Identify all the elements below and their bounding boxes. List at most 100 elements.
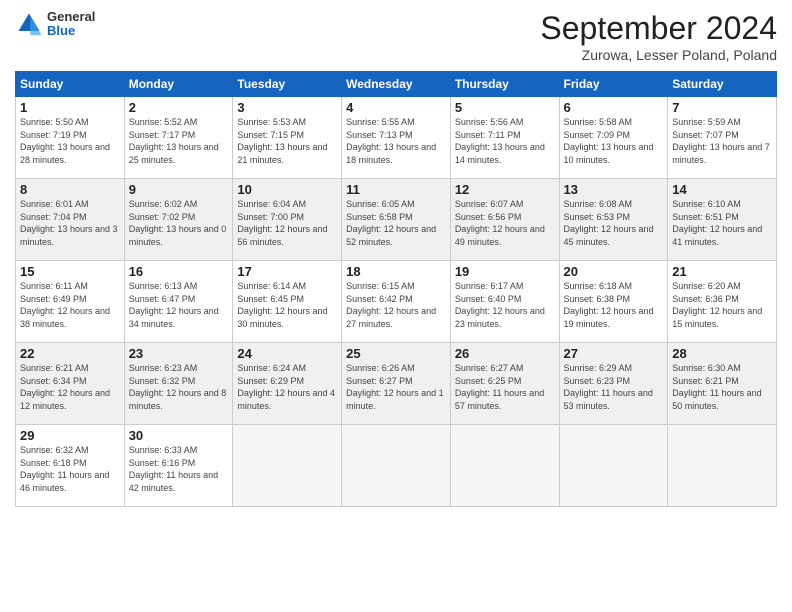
day-detail: Sunrise: 6:14 AMSunset: 6:45 PMDaylight:… bbox=[237, 281, 327, 329]
calendar-cell: 4Sunrise: 5:55 AMSunset: 7:13 PMDaylight… bbox=[342, 97, 451, 179]
day-detail: Sunrise: 5:53 AMSunset: 7:15 PMDaylight:… bbox=[237, 117, 327, 165]
day-detail: Sunrise: 6:02 AMSunset: 7:02 PMDaylight:… bbox=[129, 199, 227, 247]
day-detail: Sunrise: 6:32 AMSunset: 6:18 PMDaylight:… bbox=[20, 445, 109, 493]
logo-blue: Blue bbox=[47, 24, 95, 38]
day-number: 24 bbox=[237, 346, 337, 361]
calendar-cell: 13 Sunrise: 6:08 AMSunset: 6:53 PMDayligh… bbox=[559, 179, 668, 261]
location: Zurowa, Lesser Poland, Poland bbox=[540, 47, 777, 63]
day-detail: Sunrise: 6:13 AMSunset: 6:47 PMDaylight:… bbox=[129, 281, 219, 329]
calendar-cell: 21Sunrise: 6:20 AMSunset: 6:36 PMDayligh… bbox=[668, 261, 777, 343]
day-number: 26 bbox=[455, 346, 555, 361]
calendar-cell: 10 Sunrise: 6:04 AMSunset: 7:00 PMDayligh… bbox=[233, 179, 342, 261]
header-monday: Monday bbox=[124, 72, 233, 97]
day-number: 30 bbox=[129, 428, 229, 443]
header-tuesday: Tuesday bbox=[233, 72, 342, 97]
day-detail: Sunrise: 6:24 AMSunset: 6:29 PMDaylight:… bbox=[237, 363, 335, 411]
calendar-cell: 2 Sunrise: 5:52 AMSunset: 7:17 PMDaylight… bbox=[124, 97, 233, 179]
day-detail: Sunrise: 6:29 AMSunset: 6:23 PMDaylight:… bbox=[564, 363, 653, 411]
day-detail: Sunrise: 6:21 AMSunset: 6:34 PMDaylight:… bbox=[20, 363, 110, 411]
calendar-cell: 30 Sunrise: 6:33 AMSunset: 6:16 PMDayligh… bbox=[124, 425, 233, 507]
logo-icon bbox=[15, 10, 43, 38]
calendar-cell: 15 Sunrise: 6:11 AMSunset: 6:49 PMDayligh… bbox=[16, 261, 125, 343]
day-number: 8 bbox=[20, 182, 120, 197]
day-number: 13 bbox=[564, 182, 664, 197]
day-number: 3 bbox=[237, 100, 337, 115]
calendar-cell bbox=[342, 425, 451, 507]
day-detail: Sunrise: 6:18 AMSunset: 6:38 PMDaylight:… bbox=[564, 281, 654, 329]
day-detail: Sunrise: 6:27 AMSunset: 6:25 PMDaylight:… bbox=[455, 363, 544, 411]
day-detail: Sunrise: 6:30 AMSunset: 6:21 PMDaylight:… bbox=[672, 363, 761, 411]
calendar-page: General Blue September 2024 Zurowa, Less… bbox=[0, 0, 792, 612]
day-number: 22 bbox=[20, 346, 120, 361]
day-detail: Sunrise: 6:01 AMSunset: 7:04 PMDaylight:… bbox=[20, 199, 118, 247]
day-number: 21 bbox=[672, 264, 772, 279]
day-number: 15 bbox=[20, 264, 120, 279]
logo: General Blue bbox=[15, 10, 95, 39]
day-number: 10 bbox=[237, 182, 337, 197]
day-detail: Sunrise: 6:33 AMSunset: 6:16 PMDaylight:… bbox=[129, 445, 218, 493]
calendar-cell: 24 Sunrise: 6:24 AMSunset: 6:29 PMDayligh… bbox=[233, 343, 342, 425]
day-detail: Sunrise: 6:05 AMSunset: 6:58 PMDaylight:… bbox=[346, 199, 436, 247]
calendar-cell: 22 Sunrise: 6:21 AMSunset: 6:34 PMDayligh… bbox=[16, 343, 125, 425]
calendar-cell: 16 Sunrise: 6:13 AMSunset: 6:47 PMDayligh… bbox=[124, 261, 233, 343]
calendar-cell: 9Sunrise: 6:02 AMSunset: 7:02 PMDaylight… bbox=[124, 179, 233, 261]
calendar-cell: 12Sunrise: 6:07 AMSunset: 6:56 PMDayligh… bbox=[450, 179, 559, 261]
header-friday: Friday bbox=[559, 72, 668, 97]
title-section: September 2024 Zurowa, Lesser Poland, Po… bbox=[540, 10, 777, 63]
week-row-3: 15 Sunrise: 6:11 AMSunset: 6:49 PMDayligh… bbox=[16, 261, 777, 343]
day-number: 17 bbox=[237, 264, 337, 279]
day-number: 20 bbox=[564, 264, 664, 279]
calendar-cell: 26 Sunrise: 6:27 AMSunset: 6:25 PMDayligh… bbox=[450, 343, 559, 425]
week-row-2: 8 Sunrise: 6:01 AMSunset: 7:04 PMDaylight… bbox=[16, 179, 777, 261]
header-sunday: Sunday bbox=[16, 72, 125, 97]
day-number: 2 bbox=[129, 100, 229, 115]
calendar-cell: 6Sunrise: 5:58 AMSunset: 7:09 PMDaylight… bbox=[559, 97, 668, 179]
day-detail: Sunrise: 6:07 AMSunset: 6:56 PMDaylight:… bbox=[455, 199, 545, 247]
calendar-cell: 29 Sunrise: 6:32 AMSunset: 6:18 PMDayligh… bbox=[16, 425, 125, 507]
day-number: 16 bbox=[129, 264, 229, 279]
day-detail: Sunrise: 6:17 AMSunset: 6:40 PMDaylight:… bbox=[455, 281, 545, 329]
calendar-cell bbox=[668, 425, 777, 507]
header-wednesday: Wednesday bbox=[342, 72, 451, 97]
day-detail: Sunrise: 6:23 AMSunset: 6:32 PMDaylight:… bbox=[129, 363, 227, 411]
day-number: 6 bbox=[564, 100, 664, 115]
day-detail: Sunrise: 5:59 AMSunset: 7:07 PMDaylight:… bbox=[672, 117, 770, 165]
calendar-cell bbox=[559, 425, 668, 507]
calendar-cell bbox=[450, 425, 559, 507]
week-row-5: 29 Sunrise: 6:32 AMSunset: 6:18 PMDayligh… bbox=[16, 425, 777, 507]
header-saturday: Saturday bbox=[668, 72, 777, 97]
day-detail: Sunrise: 5:50 AMSunset: 7:19 PMDaylight:… bbox=[20, 117, 110, 165]
calendar-cell: 14 Sunrise: 6:10 AMSunset: 6:51 PMDayligh… bbox=[668, 179, 777, 261]
day-number: 1 bbox=[20, 100, 120, 115]
calendar-cell: 23 Sunrise: 6:23 AMSunset: 6:32 PMDayligh… bbox=[124, 343, 233, 425]
calendar-table: Sunday Monday Tuesday Wednesday Thursday… bbox=[15, 71, 777, 507]
calendar-cell: 19Sunrise: 6:17 AMSunset: 6:40 PMDayligh… bbox=[450, 261, 559, 343]
calendar-cell: 25Sunrise: 6:26 AMSunset: 6:27 PMDayligh… bbox=[342, 343, 451, 425]
logo-text: General Blue bbox=[47, 10, 95, 39]
calendar-cell: 3 Sunrise: 5:53 AMSunset: 7:15 PMDaylight… bbox=[233, 97, 342, 179]
day-detail: Sunrise: 6:26 AMSunset: 6:27 PMDaylight:… bbox=[346, 363, 444, 411]
calendar-cell: 18 Sunrise: 6:15 AMSunset: 6:42 PMDayligh… bbox=[342, 261, 451, 343]
day-number: 27 bbox=[564, 346, 664, 361]
day-number: 18 bbox=[346, 264, 446, 279]
day-number: 29 bbox=[20, 428, 120, 443]
calendar-cell: 7 Sunrise: 5:59 AMSunset: 7:07 PMDaylight… bbox=[668, 97, 777, 179]
day-number: 14 bbox=[672, 182, 772, 197]
day-detail: Sunrise: 6:10 AMSunset: 6:51 PMDaylight:… bbox=[672, 199, 762, 247]
day-number: 7 bbox=[672, 100, 772, 115]
day-detail: Sunrise: 5:56 AMSunset: 7:11 PMDaylight:… bbox=[455, 117, 545, 165]
day-detail: Sunrise: 6:11 AMSunset: 6:49 PMDaylight:… bbox=[20, 281, 110, 329]
day-detail: Sunrise: 6:15 AMSunset: 6:42 PMDaylight:… bbox=[346, 281, 436, 329]
calendar-cell: 27 Sunrise: 6:29 AMSunset: 6:23 PMDayligh… bbox=[559, 343, 668, 425]
week-row-1: 1 Sunrise: 5:50 AMSunset: 7:19 PMDaylight… bbox=[16, 97, 777, 179]
calendar-cell: 28Sunrise: 6:30 AMSunset: 6:21 PMDayligh… bbox=[668, 343, 777, 425]
calendar-cell bbox=[233, 425, 342, 507]
day-number: 23 bbox=[129, 346, 229, 361]
calendar-cell: 1 Sunrise: 5:50 AMSunset: 7:19 PMDaylight… bbox=[16, 97, 125, 179]
day-detail: Sunrise: 6:08 AMSunset: 6:53 PMDaylight:… bbox=[564, 199, 654, 247]
day-detail: Sunrise: 5:52 AMSunset: 7:17 PMDaylight:… bbox=[129, 117, 219, 165]
day-detail: Sunrise: 6:04 AMSunset: 7:00 PMDaylight:… bbox=[237, 199, 327, 247]
month-title: September 2024 bbox=[540, 10, 777, 47]
logo-general: General bbox=[47, 10, 95, 24]
header: General Blue September 2024 Zurowa, Less… bbox=[15, 10, 777, 63]
